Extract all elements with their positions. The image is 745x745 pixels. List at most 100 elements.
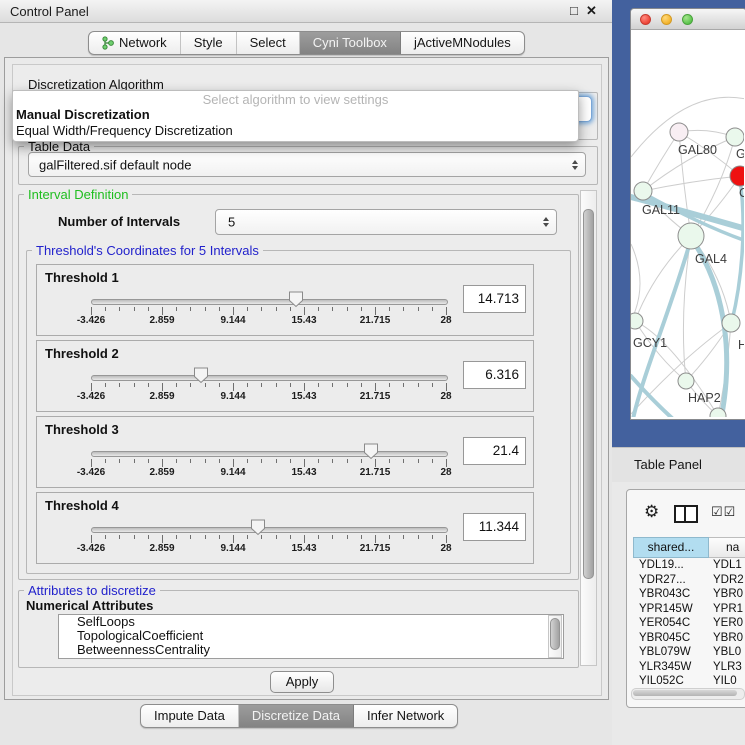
threshold-slider-track[interactable] xyxy=(91,527,448,533)
algorithm-option-manual[interactable]: Manual Discretization xyxy=(16,107,150,122)
threshold-slider-track[interactable] xyxy=(91,451,448,457)
network-edge[interactable] xyxy=(635,236,691,321)
threshold-label: Threshold 4 xyxy=(45,498,119,513)
network-node-label: GCY1 xyxy=(633,336,667,350)
tab-select[interactable]: Select xyxy=(237,32,300,54)
table-header-row: shared... na xyxy=(633,537,745,558)
network-edge[interactable] xyxy=(643,176,740,191)
attributes-scrollbar-thumb[interactable] xyxy=(550,618,560,650)
network-edge-highlighted[interactable] xyxy=(732,179,743,321)
network-edge[interactable] xyxy=(643,132,679,191)
close-panel-icon[interactable]: ✕ xyxy=(586,3,597,19)
table-row[interactable]: YIL052C YIL0 xyxy=(633,674,745,687)
threshold-slider-handle[interactable] xyxy=(288,291,304,313)
tab-impute-data[interactable]: Impute Data xyxy=(141,705,239,727)
minimize-window-icon[interactable] xyxy=(661,14,672,25)
cell-shared-name: YER054C xyxy=(639,616,690,631)
number-of-intervals-combo[interactable]: 5 xyxy=(215,209,557,235)
cell-name: YER0 xyxy=(713,616,743,631)
control-panel-titlebar[interactable]: Control Panel □ ✕ xyxy=(0,0,612,23)
apply-button[interactable]: Apply xyxy=(270,671,334,693)
slider-tick xyxy=(105,459,106,463)
algorithm-option-equal-width[interactable]: Equal Width/Frequency Discretization xyxy=(16,123,233,138)
threshold-slider-track[interactable] xyxy=(91,375,448,381)
cell-name: YDR2 xyxy=(713,573,744,588)
tab-discretize-data[interactable]: Discretize Data xyxy=(239,705,354,727)
table-row[interactable]: YER054C YER0 xyxy=(633,616,745,631)
tab-cyni-toolbox[interactable]: Cyni Toolbox xyxy=(300,32,401,54)
network-node-gal4[interactable] xyxy=(678,223,704,249)
slider-tick xyxy=(176,535,177,539)
slider-tick xyxy=(332,383,333,387)
tab-style[interactable]: Style xyxy=(181,32,237,54)
tab-label: Cyni Toolbox xyxy=(313,32,387,54)
network-node-gal80[interactable] xyxy=(670,123,688,141)
threshold-slider-handle[interactable] xyxy=(250,519,266,541)
threshold-slider-handle[interactable] xyxy=(363,443,379,465)
column-header-name[interactable]: na xyxy=(709,537,745,558)
cell-name: YIL0 xyxy=(713,674,737,687)
cytoscape-desktop: Control Panel □ ✕ NetworkStyleSelect Cyni… xyxy=(0,0,745,745)
table-panel-header[interactable]: Table Panel xyxy=(612,447,745,484)
attribute-list-item[interactable]: TopologicalCoefficient xyxy=(59,629,563,643)
settings-scrollbar-thumb[interactable] xyxy=(583,209,594,579)
table-hscrollbar-thumb[interactable] xyxy=(633,690,737,696)
slider-tick xyxy=(91,535,92,543)
network-canvas[interactable]: GAL80GACGAL11GAL4GCY1HHAP2 xyxy=(631,29,744,417)
checkbox-pair-icon[interactable]: ☑☑ xyxy=(711,504,736,520)
tab-label: Discretize Data xyxy=(252,705,340,727)
threshold-value-field[interactable]: 11.344 xyxy=(463,513,526,541)
numerical-attributes-list[interactable]: SelfLoopsTopologicalCoefficientBetweenne… xyxy=(58,614,564,659)
table-row[interactable]: YBL079WYBL0 xyxy=(633,645,745,660)
network-node-label: GAL80 xyxy=(678,143,717,157)
network-window-titlebar[interactable] xyxy=(631,9,745,30)
table-row[interactable]: YPR145WYPR1 xyxy=(633,602,745,617)
slider-tick xyxy=(91,459,92,467)
table-row[interactable]: YDL19...YDL1 xyxy=(633,558,745,573)
node-table-rows: YDL19...YDL1YDR27...YDR2YBR043CYBR0YPR14… xyxy=(633,558,745,687)
table-data-combo[interactable]: galFiltered.sif default node xyxy=(28,152,586,177)
control-panel-title: Control Panel xyxy=(10,4,89,19)
float-panel-icon[interactable]: □ xyxy=(570,3,578,18)
slider-tick xyxy=(375,383,376,391)
slider-tick xyxy=(389,459,390,463)
slider-tick xyxy=(446,535,447,543)
slider-tick xyxy=(318,383,319,387)
split-columns-icon[interactable] xyxy=(674,505,698,523)
algorithm-dropdown-popup: Select algorithm to view settings Manual… xyxy=(12,90,579,142)
network-node-gal11[interactable] xyxy=(634,182,652,200)
table-row[interactable]: YDR27...YDR2 xyxy=(633,573,745,588)
slider-tick xyxy=(233,459,234,467)
zoom-window-icon[interactable] xyxy=(682,14,693,25)
network-node-gcy1[interactable] xyxy=(631,313,643,329)
threshold-list: Threshold 1-3.4262.8599.14415.4321.71528… xyxy=(36,264,534,564)
slider-tick xyxy=(105,535,106,539)
settings-scrollbar[interactable] xyxy=(580,190,597,666)
network-node-h[interactable] xyxy=(722,314,740,332)
number-of-intervals-value: 5 xyxy=(228,215,235,230)
tab-jactivemnodules[interactable]: jActiveMNodules xyxy=(401,32,524,54)
cell-shared-name: YIL052C xyxy=(639,674,684,687)
threshold-value-field[interactable]: 14.713 xyxy=(463,285,526,313)
table-row[interactable]: YLR345WYLR3 xyxy=(633,660,745,675)
close-window-icon[interactable] xyxy=(640,14,651,25)
threshold-slider-track[interactable] xyxy=(91,299,448,305)
attribute-list-item[interactable]: BetweennessCentrality xyxy=(59,643,563,657)
threshold-value-field[interactable]: 6.316 xyxy=(463,361,526,389)
network-node-hap2[interactable] xyxy=(678,373,694,389)
tab-infer-network[interactable]: Infer Network xyxy=(354,705,457,727)
slider-tick xyxy=(176,383,177,387)
network-edge[interactable] xyxy=(631,244,640,321)
column-header-shared-name[interactable]: shared... xyxy=(633,537,709,558)
table-horizontal-scrollbar[interactable] xyxy=(631,688,745,700)
table-row[interactable]: YBR045CYBR0 xyxy=(633,631,745,646)
threshold-slider-handle[interactable] xyxy=(193,367,209,389)
attributes-list-scrollbar[interactable] xyxy=(548,615,562,658)
gear-icon[interactable]: ⚙ xyxy=(644,502,659,522)
network-node-ga[interactable] xyxy=(726,128,744,146)
tab-network[interactable]: Network xyxy=(89,32,181,54)
attribute-list-item[interactable]: SelfLoops xyxy=(59,615,563,629)
table-row[interactable]: YBR043CYBR0 xyxy=(633,587,745,602)
number-of-intervals-label: Number of Intervals xyxy=(58,214,180,229)
threshold-value-field[interactable]: 21.4 xyxy=(463,437,526,465)
